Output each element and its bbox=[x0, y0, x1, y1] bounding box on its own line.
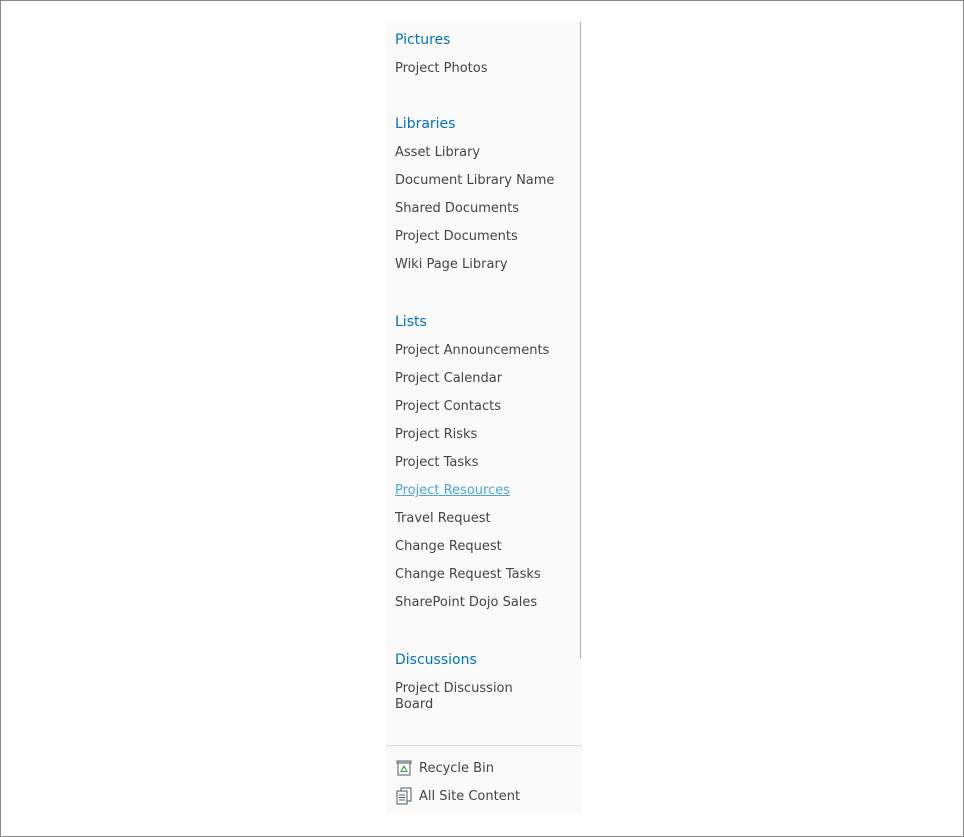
recycle-bin-link[interactable]: Recycle Bin bbox=[396, 758, 494, 778]
section-libraries: Libraries Asset Library Document Library… bbox=[395, 115, 580, 285]
nav-item-change-request[interactable]: Change Request bbox=[395, 539, 580, 567]
nav-item-project-tasks[interactable]: Project Tasks bbox=[395, 455, 580, 483]
footer-separator bbox=[386, 745, 582, 746]
nav-item-project-calendar[interactable]: Project Calendar bbox=[395, 371, 580, 399]
nav-item-asset-library[interactable]: Asset Library bbox=[395, 145, 580, 173]
nav-item-project-resources[interactable]: Project Resources bbox=[395, 483, 580, 511]
section-discussions: Discussions Project Discussion Board bbox=[395, 651, 580, 713]
nav-item-project-documents[interactable]: Project Documents bbox=[395, 229, 580, 257]
heading-discussions[interactable]: Discussions bbox=[395, 651, 580, 669]
heading-pictures[interactable]: Pictures bbox=[395, 31, 580, 49]
nav-item-project-contacts[interactable]: Project Contacts bbox=[395, 399, 580, 427]
recycle-bin-icon bbox=[396, 759, 412, 777]
section-pictures: Pictures Project Photos bbox=[395, 31, 580, 89]
quick-launch-divider bbox=[580, 22, 581, 658]
nav-item-wiki-page-library[interactable]: Wiki Page Library bbox=[395, 257, 580, 285]
nav-item-shared-documents[interactable]: Shared Documents bbox=[395, 201, 580, 229]
all-site-content-link[interactable]: All Site Content bbox=[396, 786, 520, 806]
nav-item-project-discussion-board[interactable]: Project Discussion Board bbox=[395, 681, 545, 713]
recycle-bin-label: Recycle Bin bbox=[419, 760, 494, 776]
nav-item-project-risks[interactable]: Project Risks bbox=[395, 427, 580, 455]
nav-item-project-photos[interactable]: Project Photos bbox=[395, 61, 580, 89]
heading-libraries[interactable]: Libraries bbox=[395, 115, 580, 133]
section-lists: Lists Project Announcements Project Cale… bbox=[395, 313, 580, 623]
nav-item-travel-request[interactable]: Travel Request bbox=[395, 511, 580, 539]
all-site-content-icon bbox=[396, 787, 412, 805]
nav-item-change-request-tasks[interactable]: Change Request Tasks bbox=[395, 567, 580, 595]
nav-item-document-library-name[interactable]: Document Library Name bbox=[395, 173, 580, 201]
heading-lists[interactable]: Lists bbox=[395, 313, 580, 331]
nav-item-sharepoint-dojo-sales[interactable]: SharePoint Dojo Sales bbox=[395, 595, 580, 623]
all-site-content-label: All Site Content bbox=[419, 788, 521, 804]
nav-item-project-announcements[interactable]: Project Announcements bbox=[395, 343, 580, 371]
